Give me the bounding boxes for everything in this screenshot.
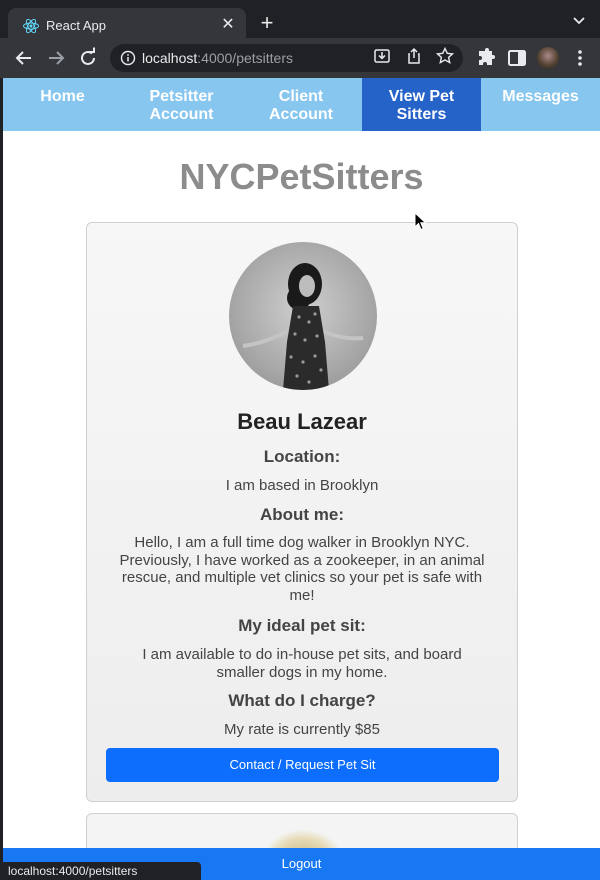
install-icon[interactable] [372, 46, 392, 66]
tab-title: React App [46, 18, 106, 33]
location-text: I am based in Brooklyn [225, 477, 379, 494]
close-icon[interactable]: ✕ [220, 14, 236, 36]
share-icon[interactable] [404, 46, 424, 66]
forward-icon[interactable] [44, 46, 68, 70]
sitter-name: Beau Lazear [237, 409, 367, 434]
star-icon[interactable] [435, 46, 455, 66]
browser-toolbar: localhost:4000/petsitters [0, 38, 600, 78]
profile-avatar[interactable] [537, 47, 559, 69]
nav-item-client-account[interactable]: Client Account [241, 78, 361, 131]
contact-request-button[interactable]: Contact / Request Pet Sit [106, 748, 499, 782]
page-viewport: Home Petsitter Account Client Account Vi… [3, 78, 600, 880]
back-icon[interactable] [12, 46, 36, 70]
nav-item-view-pet-sitters[interactable]: View Pet Sitters [362, 78, 481, 131]
charge-heading: What do I charge? [228, 691, 376, 710]
url-host: localhost [142, 50, 198, 66]
page-title: NYCPetSitters [179, 156, 424, 197]
about-heading: About me: [259, 505, 345, 524]
reload-icon[interactable] [76, 46, 100, 70]
ideal-text: I am available to do in-house pet sits, … [142, 646, 462, 681]
nav-item-messages[interactable]: Messages [481, 78, 600, 131]
sidepanel-icon[interactable] [505, 46, 529, 70]
menu-icon[interactable] [568, 46, 592, 70]
plus-icon[interactable]: + [256, 10, 278, 36]
status-url-bubble: localhost:4000/petsitters [3, 862, 201, 880]
address-bar[interactable]: localhost:4000/petsitters [110, 44, 463, 72]
top-nav: Home Petsitter Account Client Account Vi… [3, 78, 600, 131]
person-figure-icon [242, 263, 364, 390]
sitter-photo [229, 242, 377, 390]
nav-item-home[interactable]: Home [3, 78, 122, 131]
react-icon [23, 18, 39, 34]
nav-item-petsitter-account[interactable]: Petsitter Account [122, 78, 241, 131]
ideal-heading: My ideal pet sit: [238, 616, 366, 635]
sitter-card: Beau Lazear Location: I am based in Broo… [86, 222, 518, 802]
extensions-icon[interactable] [474, 46, 498, 70]
url-path: :4000/petsitters [197, 50, 293, 66]
info-icon[interactable] [120, 50, 136, 66]
location-heading: Location: [263, 447, 341, 466]
mouse-cursor-icon [414, 212, 427, 231]
chevron-down-icon[interactable] [572, 14, 586, 28]
charge-text: My rate is currently $85 [224, 721, 380, 738]
about-text: Hello, I am a full time dog walker in Br… [119, 534, 485, 604]
url-text: localhost:4000/petsitters [142, 50, 293, 66]
